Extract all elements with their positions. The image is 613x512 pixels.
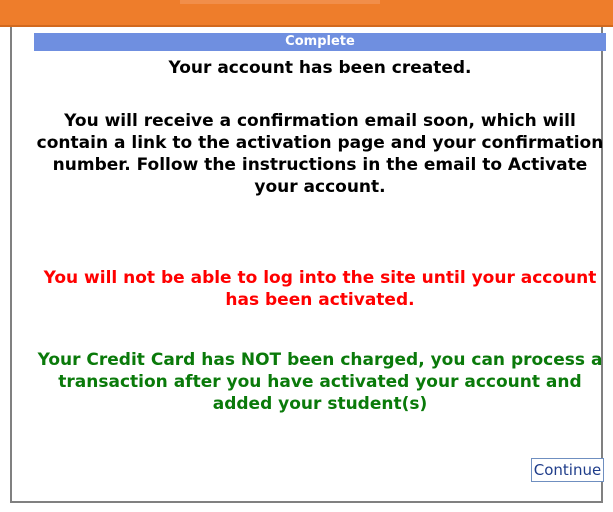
completion-dialog: Complete Your account has been created. … [10, 27, 606, 503]
top-banner [0, 0, 613, 27]
credit-card-message: Your Credit Card has NOT been charged, y… [37, 350, 603, 414]
continue-button[interactable]: Continue [531, 458, 604, 482]
dialog-title: Complete [34, 33, 606, 51]
confirmation-email-message: You will receive a confirmation email so… [36, 111, 604, 197]
app-window: Complete Your account has been created. … [0, 0, 613, 512]
account-created-message: Your account has been created. [168, 58, 472, 78]
top-banner-highlight [180, 0, 380, 4]
activation-warning-message: You will not be able to log into the sit… [43, 268, 597, 310]
